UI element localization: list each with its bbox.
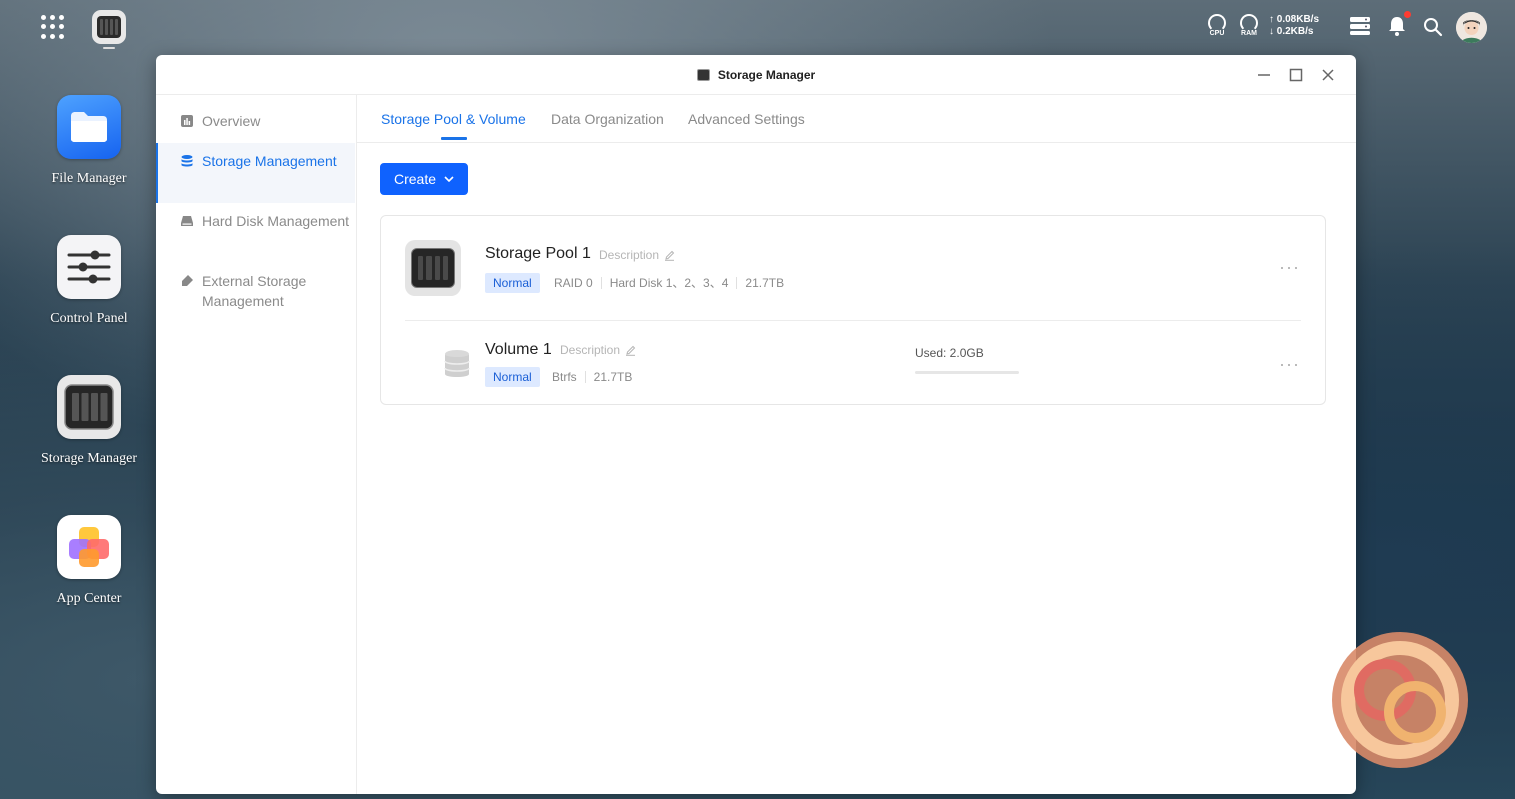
cpu-label: CPU [1209, 30, 1225, 37]
tab-bar: Storage Pool & Volume Data Organization … [356, 95, 1356, 143]
volume-usage-bar [915, 371, 1019, 374]
pool-meta: RAID 0 Hard Disk 1、2、3、4 21.7TB [554, 277, 792, 289]
search-icon[interactable] [1423, 17, 1443, 37]
desktop-icon-label: Storage Manager [40, 451, 138, 466]
notification-dot [1404, 11, 1411, 18]
tab-advanced-settings[interactable]: Advanced Settings [688, 111, 805, 127]
close-icon[interactable] [1320, 67, 1336, 83]
upload-speed: ↑ 0.08KB/s [1269, 14, 1320, 25]
sidebar-item-hard-disk-management[interactable]: Hard Disk Management [156, 203, 355, 263]
desktop-icon-label: App Center [56, 591, 122, 606]
database-icon [181, 155, 193, 167]
storage-manager-window: Storage Manager Overview Storage Managem… [156, 55, 1356, 794]
running-indicator [103, 47, 115, 49]
pool-more-options-icon[interactable]: ··· [1279, 258, 1300, 276]
cpu-gauge-icon[interactable]: CPU [1205, 14, 1229, 38]
pool-description-placeholder: Description [599, 248, 660, 262]
pool-capacity: 21.7TB [736, 277, 792, 289]
volume-description-placeholder: Description [560, 343, 621, 357]
window-title: Storage Manager [717, 67, 816, 82]
volume-name: Volume 1 [485, 341, 552, 358]
sidebar-item-label: Overview [202, 113, 261, 129]
pool-raid: RAID 0 [554, 276, 593, 290]
storage-pool-icon [405, 240, 461, 296]
pool-status-badge: Normal [485, 273, 540, 293]
sidebar-item-label: Storage Management [202, 153, 337, 169]
pool-description[interactable]: Description [599, 248, 675, 262]
sidebar-item-label: Hard Disk Management [202, 213, 350, 229]
divider [405, 320, 1301, 321]
tab-storage-pool-volume[interactable]: Storage Pool & Volume [381, 111, 526, 127]
hard-disk-icon [181, 216, 193, 226]
volume-description[interactable]: Description [560, 343, 636, 357]
volume-more-options-icon[interactable]: ··· [1279, 355, 1300, 373]
chart-icon [181, 115, 193, 127]
chevron-down-icon [444, 176, 454, 182]
edit-pencil-icon[interactable] [625, 345, 636, 356]
app-center-icon [57, 515, 121, 579]
volume-used-label: Used: 2.0GB [915, 346, 984, 360]
sliders-icon [57, 235, 121, 299]
create-button[interactable]: Create [380, 163, 468, 195]
desktop-control-panel[interactable]: Control Panel [29, 235, 149, 327]
volume-capacity: 21.7TB [584, 371, 641, 383]
pool-disks: Hard Disk 1、2、3、4 [600, 277, 737, 289]
folder-icon [57, 95, 121, 159]
app-launcher-icon[interactable] [41, 15, 65, 39]
storage-manager-icon [696, 68, 710, 81]
edit-pencil-icon[interactable] [664, 250, 675, 261]
storage-pool-card: Storage Pool 1 Description Normal RAID 0… [380, 215, 1326, 405]
user-avatar[interactable] [1456, 12, 1487, 43]
volume-status-badge: Normal [485, 367, 540, 387]
window-titlebar[interactable]: Storage Manager [156, 55, 1356, 95]
desktop-icon-label: Control Panel [50, 311, 128, 326]
server-status-icon[interactable] [1349, 16, 1371, 36]
desktop-storage-manager[interactable]: Storage Manager [29, 375, 149, 467]
sidebar-item-external-storage-management[interactable]: External Storage Management [156, 263, 355, 323]
top-bar: CPU RAM ↑ 0.08KB/s ↓ 0.2KB/s [0, 0, 1515, 55]
corner-logo [1332, 632, 1468, 768]
ram-gauge-icon[interactable]: RAM [1237, 14, 1261, 38]
download-speed: ↓ 0.2KB/s [1269, 26, 1314, 37]
volume-filesystem: Btrfs [552, 370, 577, 384]
minimize-icon[interactable] [1256, 67, 1272, 83]
taskbar-storage-manager-icon[interactable] [92, 10, 126, 44]
tab-data-organization[interactable]: Data Organization [551, 111, 664, 127]
pool-name: Storage Pool 1 [485, 245, 591, 262]
active-tab-indicator [441, 137, 467, 140]
notification-bell-icon[interactable] [1387, 15, 1407, 37]
nas-icon [57, 375, 121, 439]
desktop-icon-label: File Manager [51, 171, 127, 186]
sidebar: Overview Storage Management Hard Disk Ma… [156, 95, 357, 794]
network-speed[interactable]: ↑ 0.08KB/s ↓ 0.2KB/s [1269, 14, 1319, 38]
usb-icon [182, 275, 193, 286]
sidebar-item-label: External Storage Management [202, 273, 307, 309]
desktop-app-center[interactable]: App Center [29, 515, 149, 607]
ram-label: RAM [1241, 30, 1257, 37]
sidebar-item-storage-management[interactable]: Storage Management [156, 143, 355, 203]
volume-meta: Btrfs 21.7TB [552, 371, 640, 383]
desktop-file-manager[interactable]: File Manager [29, 95, 149, 187]
maximize-icon[interactable] [1288, 67, 1304, 83]
create-button-label: Create [393, 171, 437, 187]
volume-icon [444, 350, 470, 377]
